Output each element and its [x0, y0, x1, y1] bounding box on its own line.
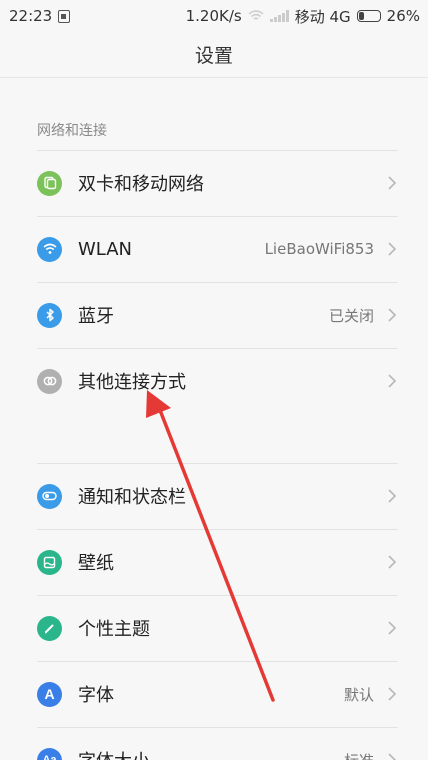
- chevron-right-icon: [388, 555, 397, 569]
- bluetooth-icon: [37, 302, 62, 328]
- chevron-right-icon: [388, 621, 397, 635]
- status-left: 22:23: [9, 7, 71, 25]
- battery-percent: 26%: [386, 7, 420, 25]
- wifi-status-icon: [248, 10, 264, 20]
- brush-icon: [37, 615, 62, 641]
- section-label: 网络和连接: [37, 123, 107, 139]
- clock: 22:23: [9, 7, 53, 25]
- setting-label: 个性主题: [78, 619, 150, 640]
- display-item-2[interactable]: 个性主题: [0, 595, 428, 661]
- carrier: 移动 4G: [294, 7, 351, 26]
- chevron-right-icon: [388, 753, 397, 760]
- network-item-3[interactable]: 其他连接方式: [0, 348, 428, 414]
- wifi-icon: [37, 236, 62, 262]
- setting-label: WLAN: [78, 238, 133, 260]
- toggle-icon: [37, 483, 62, 509]
- wallpaper-icon: [37, 549, 62, 575]
- font-a-icon: A: [37, 681, 62, 707]
- title-bar: 设置: [0, 32, 428, 78]
- chevron-right-icon: [388, 374, 397, 388]
- display-item-3[interactable]: A 字体 默认: [0, 661, 428, 727]
- status-right: 1.20K/s 移动 4G 26%: [186, 6, 420, 27]
- link-rings-icon: [37, 368, 62, 394]
- chevron-right-icon: [388, 242, 397, 256]
- setting-label: 双卡和移动网络: [78, 174, 204, 195]
- network-item-1[interactable]: WLAN LieBaoWiFi853: [0, 216, 428, 282]
- setting-value: 已关闭: [328, 306, 374, 325]
- page-title: 设置: [194, 45, 233, 67]
- setting-label: 壁纸: [78, 553, 114, 574]
- network-item-2[interactable]: 蓝牙 已关闭: [0, 282, 428, 348]
- chevron-right-icon: [388, 176, 397, 190]
- font-size-icon: Aa: [37, 747, 62, 760]
- network-settings-list: 双卡和移动网络 WLAN LieBaoWiFi853 蓝牙 已关闭其他连接方式: [0, 150, 428, 414]
- section-header-network: 网络和连接: [37, 120, 107, 140]
- setting-value: 标准: [344, 750, 374, 760]
- display-item-0[interactable]: 通知和状态栏: [0, 463, 428, 529]
- chevron-right-icon: [388, 308, 397, 322]
- battery-icon: [356, 10, 381, 22]
- sim-card-icon: [58, 9, 71, 23]
- status-bar: 22:23 1.20K/s 移动 4G 26%: [0, 0, 428, 32]
- setting-value: LieBaoWiFi853: [264, 240, 374, 258]
- display-item-1[interactable]: 壁纸: [0, 529, 428, 595]
- setting-value: 默认: [343, 685, 374, 704]
- setting-label: 通知和状态栏: [78, 487, 186, 508]
- network-item-0[interactable]: 双卡和移动网络: [0, 150, 428, 216]
- display-settings-list: 通知和状态栏壁纸个性主题 A 字体 默认 Aa 字体大小标准: [0, 463, 428, 760]
- network-speed: 1.20K/s: [185, 7, 242, 25]
- setting-label: 蓝牙: [78, 306, 114, 327]
- chevron-right-icon: [388, 687, 397, 701]
- signal-strength-icon: [269, 10, 289, 22]
- setting-label: 其他连接方式: [78, 372, 186, 393]
- sim-cards-icon: [37, 170, 62, 196]
- chevron-right-icon: [388, 489, 397, 503]
- setting-label: 字体: [78, 685, 114, 706]
- display-item-4[interactable]: Aa 字体大小标准: [0, 727, 428, 760]
- setting-label: 字体大小: [78, 747, 344, 760]
